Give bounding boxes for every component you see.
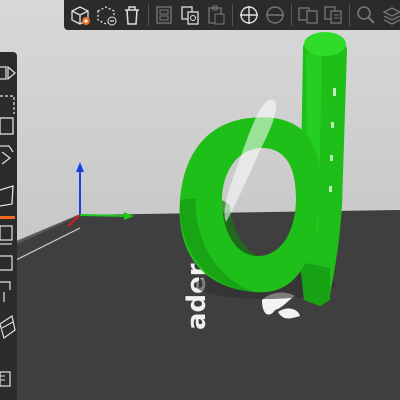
add-cube-icon: [71, 6, 90, 25]
model-dash: [331, 122, 334, 128]
delete-button[interactable]: [94, 2, 118, 28]
place-on-face-icon: [0, 145, 14, 165]
model-dash: [329, 186, 332, 192]
seam-paint-icon: [0, 281, 11, 302]
paste-icon: [208, 5, 225, 25]
hollow-icon: [0, 225, 13, 245]
toolbar-separator: [147, 4, 149, 26]
layers-editing-button[interactable]: [380, 2, 400, 28]
add-button[interactable]: [68, 2, 92, 28]
z-axis-arrow: [76, 162, 84, 172]
supports-paint-button[interactable]: [0, 250, 17, 276]
measure-icon: [0, 371, 11, 387]
add-instance-button[interactable]: [237, 2, 261, 28]
arrange-button[interactable]: [153, 2, 177, 28]
delete-icon: [97, 6, 117, 26]
supports-paint-icon: [0, 255, 13, 271]
cut-tool-button[interactable]: [0, 182, 17, 208]
model-stem-base: [300, 262, 330, 306]
active-tool-indicator: [0, 216, 15, 219]
3d-viewport[interactable]: ader: [0, 0, 400, 400]
minus-circle-icon: [265, 6, 284, 24]
mmu-paint-button[interactable]: [0, 314, 17, 340]
seam-paint-button[interactable]: [0, 278, 17, 304]
plus-circle-icon: [239, 6, 258, 24]
x-axis: [79, 214, 129, 217]
model-stem-cap: [304, 32, 346, 56]
move-tool-button[interactable]: [0, 60, 17, 86]
split-objects-button[interactable]: [296, 2, 320, 28]
left-toolbar: [0, 52, 17, 400]
mmu-paint-icon: [0, 315, 16, 339]
rotate-tool-button[interactable]: [0, 114, 17, 140]
copy-button[interactable]: [178, 2, 202, 28]
toolbar-separator: [232, 4, 233, 26]
place-on-face-button[interactable]: [0, 142, 17, 168]
toolbar-separator: [290, 4, 292, 26]
remove-instance-button[interactable]: [263, 2, 287, 28]
toolbar-separator: [349, 4, 351, 26]
measure-tool-button[interactable]: [0, 366, 17, 392]
paste-button[interactable]: [204, 2, 228, 28]
hollow-tool-button[interactable]: [0, 222, 17, 248]
split-parts-icon: [324, 6, 343, 24]
arrange-icon: [156, 6, 173, 24]
move-icon: [0, 65, 16, 81]
rotate-icon: [0, 117, 14, 135]
split-parts-button[interactable]: [322, 2, 346, 28]
cut-icon: [0, 185, 14, 207]
model-dash: [333, 88, 336, 96]
search-icon: [357, 6, 375, 24]
split-objects-icon: [297, 7, 318, 24]
model-dash: [330, 155, 333, 161]
top-toolbar: [64, 0, 400, 30]
letter-d-model[interactable]: [179, 32, 347, 306]
delete-all-button[interactable]: [120, 2, 144, 28]
search-button[interactable]: [354, 2, 378, 28]
copy-icon: [181, 6, 199, 25]
trash-icon: [124, 6, 139, 25]
layers-icon: [382, 7, 400, 25]
